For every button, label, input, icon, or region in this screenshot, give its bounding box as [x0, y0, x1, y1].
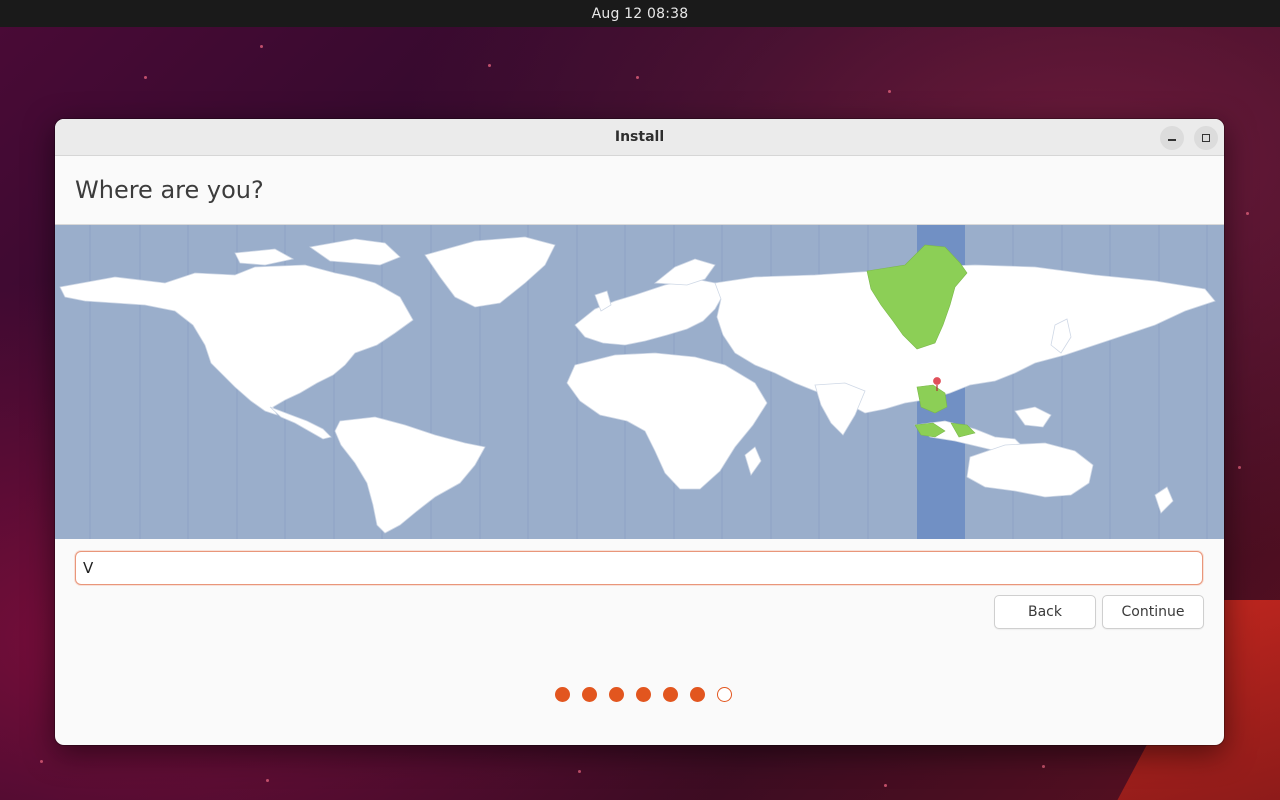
page-title: Where are you? [75, 176, 264, 204]
wallpaper-star [884, 784, 887, 787]
maximize-button[interactable] [1194, 126, 1218, 150]
progress-dot-complete [581, 687, 597, 702]
progress-dot-current [716, 687, 732, 702]
progress-dot-complete [662, 687, 678, 702]
minimize-icon [1168, 139, 1176, 141]
window-title: Install [614, 129, 665, 145]
wallpaper-star [636, 76, 639, 79]
wallpaper-star [260, 45, 263, 48]
wallpaper-star [144, 76, 147, 79]
wallpaper-star [1238, 466, 1241, 469]
world-map[interactable] [55, 225, 1224, 539]
top-bar: Aug 12 08:38 [0, 0, 1280, 27]
continue-button[interactable]: Continue [1102, 595, 1204, 629]
progress-dot-complete [689, 687, 705, 702]
wallpaper-star [888, 90, 891, 93]
timezone-map[interactable] [55, 225, 1224, 539]
location-input[interactable] [75, 551, 1203, 585]
window-controls [1160, 126, 1218, 150]
wallpaper-star [1042, 765, 1045, 768]
progress-dot-complete [554, 687, 570, 702]
clock[interactable]: Aug 12 08:38 [592, 6, 689, 22]
continents [59, 236, 1216, 534]
back-button[interactable]: Back [994, 595, 1096, 629]
wallpaper-star [578, 770, 581, 773]
window-titlebar[interactable]: Install [55, 119, 1224, 156]
location-search [75, 551, 1203, 585]
wallpaper-star [1246, 212, 1249, 215]
wallpaper-star [488, 64, 491, 67]
minimize-button[interactable] [1160, 126, 1184, 150]
progress-dot-complete [635, 687, 651, 702]
progress-indicator [55, 687, 1224, 702]
page-header: Where are you? [55, 156, 1224, 225]
progress-dot-complete [608, 687, 624, 702]
navigation-buttons: Back Continue [994, 595, 1204, 629]
wallpaper-star [40, 760, 43, 763]
installer-window: Install Where are you? V Back Continue [55, 119, 1224, 745]
wallpaper-star [266, 779, 269, 782]
maximize-icon [1202, 134, 1210, 142]
